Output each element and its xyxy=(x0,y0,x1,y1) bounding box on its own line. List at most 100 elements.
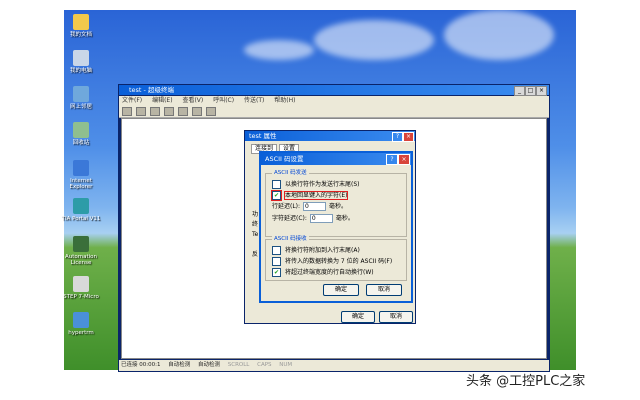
desktop-icon[interactable]: STEP 7-Micro xyxy=(61,276,101,300)
menu-view[interactable]: 查看(V) xyxy=(182,97,203,104)
desktop-icon-label: hypertrm xyxy=(68,330,94,336)
desktop-icon-label: 我的文档 xyxy=(69,32,92,38)
desktop-icon[interactable]: 我的文档 xyxy=(61,14,101,38)
partial-label: Te xyxy=(252,231,259,238)
desktop-icon[interactable]: hypertrm xyxy=(61,312,101,336)
send-icon[interactable] xyxy=(178,107,188,116)
ie-icon xyxy=(73,160,89,176)
line-delay-row: 行延迟(L): 0 毫秒。 xyxy=(272,202,347,211)
desktop-icon[interactable]: 我的电脑 xyxy=(61,50,101,74)
license-icon xyxy=(73,236,89,252)
tia-icon xyxy=(73,198,89,214)
open-icon[interactable] xyxy=(136,107,146,116)
option-label: 将传入的数据转换为 7 位的 ASCII 码(F) xyxy=(285,258,393,265)
close-button[interactable]: × xyxy=(398,154,410,165)
desktop-icon-label: TIA Portal V11 xyxy=(61,216,101,222)
checkbox[interactable] xyxy=(272,257,281,266)
option-label: 以换行符作为发送行末尾(S) xyxy=(285,181,360,188)
network-icon xyxy=(73,86,89,102)
title-bar[interactable]: ASCII 码设置 ? × xyxy=(261,153,411,165)
desktop-icon[interactable]: Internet Explorer xyxy=(61,160,101,190)
desktop-icon-label: 回收站 xyxy=(72,140,90,146)
field-label: 行延迟(L): xyxy=(272,203,301,210)
checkbox-checked[interactable]: ✔ xyxy=(271,190,282,201)
unit-label: 毫秒。 xyxy=(329,203,348,210)
title-bar[interactable]: test - 超级终端 _ □ × xyxy=(119,85,549,96)
cloud xyxy=(314,20,434,60)
desktop-icon-label: 我的电脑 xyxy=(69,68,92,74)
line-delay-input[interactable]: 0 xyxy=(303,202,327,211)
dialog-title: ASCII 码设置 xyxy=(265,155,304,163)
maximize-button[interactable]: □ xyxy=(525,86,536,96)
group-title: ASCII 码发送 xyxy=(272,170,309,177)
option-label: 本地回显键入的字符(E) xyxy=(283,191,349,200)
menu-call[interactable]: 呼叫(C) xyxy=(213,97,234,104)
documents-icon xyxy=(73,14,89,30)
ok-button[interactable]: 确定 xyxy=(323,284,359,296)
window-title: test - 超级终端 xyxy=(129,86,174,94)
ascii-setup-dialog[interactable]: ASCII 码设置 ? × ASCII 码发送 以换行符作为发送行末尾(S) ✔… xyxy=(259,151,413,303)
watermark: 头条 @工控PLC之家 xyxy=(466,374,586,389)
menu-transfer[interactable]: 传送(T) xyxy=(244,97,264,104)
status-detect: 自动检测 xyxy=(197,362,220,368)
ok-button[interactable]: 确定 xyxy=(341,311,375,323)
disconnect-icon[interactable] xyxy=(164,107,174,116)
dialog-title: test 属性 xyxy=(249,132,277,140)
desktop-icon-label: Internet Explorer xyxy=(69,178,93,190)
receive-option[interactable]: ✔ 将超过终端宽度的行自动换行(W) xyxy=(272,268,374,277)
title-bar[interactable]: test 属性 ? × xyxy=(245,131,415,142)
phone-icon[interactable] xyxy=(150,107,160,116)
properties-icon[interactable] xyxy=(206,107,216,116)
menu-file[interactable]: 文件(F) xyxy=(122,97,142,104)
close-button[interactable]: × xyxy=(403,132,414,142)
option-label: 将超过终端宽度的行自动换行(W) xyxy=(285,269,374,276)
cancel-button[interactable]: 取消 xyxy=(366,284,402,296)
desktop-icon-label: Automation License xyxy=(64,254,98,266)
recycle-bin-icon xyxy=(73,122,89,138)
checkbox[interactable] xyxy=(272,180,281,189)
close-button[interactable]: × xyxy=(536,86,547,96)
minimize-button[interactable]: _ xyxy=(514,86,525,96)
desktop-icon[interactable]: TIA Portal V11 xyxy=(61,198,101,222)
menu-bar: 文件(F) 编辑(E) 查看(V) 呼叫(C) 传送(T) 帮助(H) xyxy=(119,96,549,105)
computer-icon xyxy=(73,50,89,66)
desktop-icon[interactable]: 回收站 xyxy=(61,122,101,146)
cloud xyxy=(444,10,554,60)
option-label: 将换行符附加到入行末尾(A) xyxy=(285,247,360,254)
cloud xyxy=(244,40,314,60)
partial-label: 终 xyxy=(252,221,259,228)
desktop-icon[interactable]: 网上邻居 xyxy=(61,86,101,110)
field-label: 字符延迟(C): xyxy=(272,215,307,222)
hyperterminal-icon xyxy=(73,312,89,328)
send-option[interactable]: 以换行符作为发送行末尾(S) xyxy=(272,180,360,189)
receive-option[interactable]: 将换行符附加到入行末尾(A) xyxy=(272,246,360,255)
status-connection: 已连接 00:00:1 xyxy=(121,362,161,368)
checkbox[interactable] xyxy=(272,246,281,255)
receive-option[interactable]: 将传入的数据转换为 7 位的 ASCII 码(F) xyxy=(272,257,392,266)
toolbar xyxy=(119,105,549,118)
send-option[interactable]: ✔ 本地回显键入的字符(E) xyxy=(271,190,349,201)
receive-icon[interactable] xyxy=(192,107,202,116)
desktop-icon[interactable]: Automation License xyxy=(61,236,101,266)
status-detect: 自动检测 xyxy=(168,362,191,368)
status-caps: CAPS xyxy=(257,362,272,368)
cancel-button[interactable]: 取消 xyxy=(379,311,413,323)
help-button[interactable]: ? xyxy=(386,154,398,165)
desktop-icon-label: 网上邻居 xyxy=(69,104,92,110)
new-icon[interactable] xyxy=(122,107,132,116)
send-group: ASCII 码发送 以换行符作为发送行末尾(S) ✔ 本地回显键入的字符(E) 行… xyxy=(265,170,407,237)
char-delay-row: 字符延迟(C): 0 毫秒。 xyxy=(272,214,354,223)
checkbox-checked[interactable]: ✔ xyxy=(272,268,281,277)
char-delay-input[interactable]: 0 xyxy=(309,214,333,223)
step7-icon xyxy=(73,276,89,292)
status-scroll: SCROLL xyxy=(227,362,250,368)
group-title: ASCII 码接收 xyxy=(272,236,309,243)
unit-label: 毫秒。 xyxy=(335,215,354,222)
partial-label: 功 xyxy=(252,211,259,218)
menu-edit[interactable]: 编辑(E) xyxy=(152,97,172,104)
menu-help[interactable]: 帮助(H) xyxy=(274,97,295,104)
help-button[interactable]: ? xyxy=(392,132,403,142)
status-num: NUM xyxy=(279,362,293,368)
partial-label: 反 xyxy=(252,251,259,258)
desktop-icon-label: STEP 7-Micro xyxy=(63,294,99,300)
